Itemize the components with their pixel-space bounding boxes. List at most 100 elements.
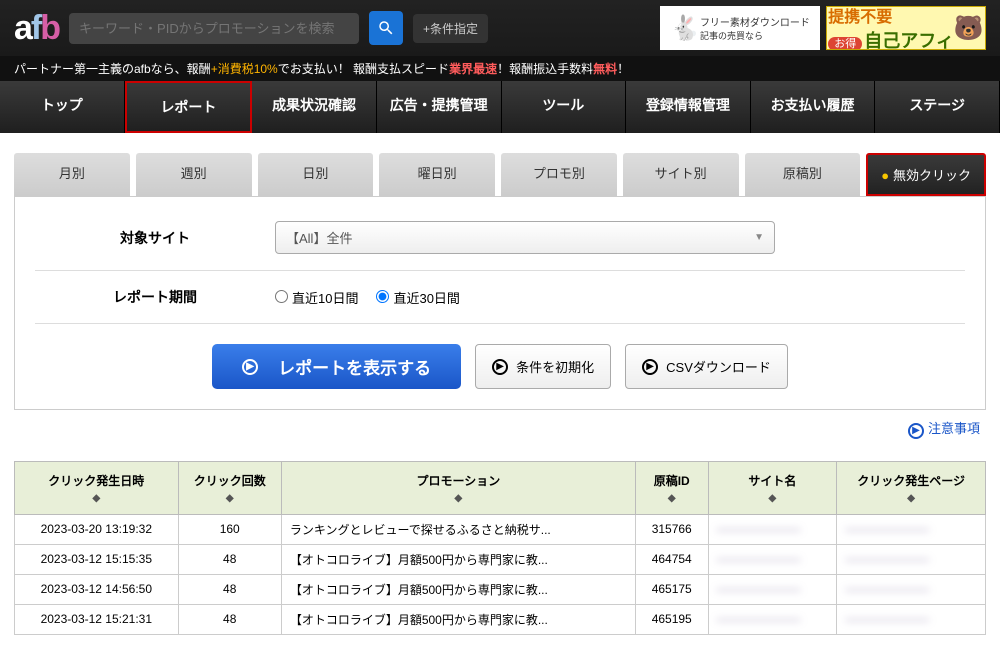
nav-item[interactable]: 成果状況確認 bbox=[252, 81, 377, 133]
sub-tab[interactable]: サイト別 bbox=[623, 153, 739, 196]
period-radio[interactable] bbox=[376, 290, 389, 303]
nav-item[interactable]: 登録情報管理 bbox=[626, 81, 751, 133]
tagline-t4: 業界最速 bbox=[449, 62, 497, 76]
sub-tab[interactable]: 月別 bbox=[14, 153, 130, 196]
note-label: 注意事項 bbox=[928, 421, 980, 436]
sub-tab[interactable]: 曜日別 bbox=[379, 153, 495, 196]
chevron-down-icon: ▼ bbox=[754, 232, 764, 243]
sub-tabs: 月別週別日別曜日別プロモ別サイト別原稿別無効クリック bbox=[0, 133, 1000, 196]
search-button[interactable] bbox=[369, 11, 403, 45]
sub-tab[interactable]: 無効クリック bbox=[866, 153, 986, 196]
table-cell: ——————— bbox=[708, 544, 837, 574]
table-cell: 【オトコロライブ】月額500円から専門家に教... bbox=[281, 544, 635, 574]
ad-banner-2[interactable]: 提携不要 お得自己アフィ 🐻 bbox=[826, 6, 986, 50]
mascot-icon: 🐇 bbox=[670, 14, 700, 43]
sub-tab[interactable]: 日別 bbox=[258, 153, 374, 196]
sort-icon: ◆ bbox=[19, 493, 174, 504]
ad-banner-1[interactable]: 🐇 フリー素材ダウンロード 記事の売買なら bbox=[660, 6, 820, 50]
filter-row-site: 対象サイト 【All】全件 ▼ bbox=[35, 211, 965, 264]
table-cell: 48 bbox=[178, 574, 281, 604]
sort-icon: ◆ bbox=[640, 493, 704, 504]
table-cell: ——————— bbox=[837, 604, 986, 634]
table-cell: ——————— bbox=[837, 544, 986, 574]
table-cell: 464754 bbox=[635, 544, 708, 574]
filter-panel: 対象サイト 【All】全件 ▼ レポート期間 直近10日間 直近30日間 ▶ レポ… bbox=[14, 196, 986, 410]
period-option[interactable]: 直近10日間 bbox=[275, 291, 358, 306]
csv-label: CSVダウンロード bbox=[666, 357, 771, 376]
table-header[interactable]: クリック発生ページ◆ bbox=[837, 461, 986, 514]
tagline-t2: +消費税10% bbox=[211, 62, 278, 76]
sort-icon: ◆ bbox=[841, 493, 981, 504]
table-row: 2023-03-12 15:21:3148【オトコロライブ】月額500円から専門… bbox=[15, 604, 986, 634]
logo[interactable]: a f b bbox=[14, 9, 59, 48]
table-cell: 48 bbox=[178, 604, 281, 634]
note-link-row: ▶ 注意事項 bbox=[0, 410, 1000, 447]
table-cell: 【オトコロライブ】月額500円から専門家に教... bbox=[281, 574, 635, 604]
nav-item[interactable]: ツール bbox=[502, 81, 627, 133]
nav-item[interactable]: 広告・提携管理 bbox=[377, 81, 502, 133]
main-nav: トップレポート成果状況確認広告・提携管理ツール登録情報管理お支払い履歴ステージ bbox=[0, 81, 1000, 133]
table-header[interactable]: サイト名◆ bbox=[708, 461, 837, 514]
sub-tab[interactable]: 週別 bbox=[136, 153, 252, 196]
site-label: 対象サイト bbox=[35, 228, 275, 248]
tagline-t6: 無料 bbox=[593, 62, 617, 76]
site-value: 【All】全件 bbox=[286, 228, 352, 247]
sort-icon: ◆ bbox=[183, 493, 277, 504]
sort-icon: ◆ bbox=[286, 493, 631, 504]
divider bbox=[35, 323, 965, 324]
nav-item[interactable]: お支払い履歴 bbox=[751, 81, 876, 133]
click-table: クリック発生日時◆クリック回数◆プロモーション◆原稿ID◆サイト名◆クリック発生… bbox=[14, 461, 986, 635]
ad2-main: 自己アフィ bbox=[864, 31, 954, 50]
table-cell: 465175 bbox=[635, 574, 708, 604]
show-report-button[interactable]: ▶ レポートを表示する bbox=[212, 344, 461, 389]
table-header-row: クリック発生日時◆クリック回数◆プロモーション◆原稿ID◆サイト名◆クリック発生… bbox=[15, 461, 986, 514]
period-radio[interactable] bbox=[275, 290, 288, 303]
header-ads: 🐇 フリー素材ダウンロード 記事の売買なら 提携不要 お得自己アフィ 🐻 bbox=[660, 6, 986, 50]
site-select[interactable]: 【All】全件 ▼ bbox=[275, 221, 775, 254]
ad2-badge: お得 bbox=[828, 37, 862, 50]
logo-a: a bbox=[14, 9, 31, 48]
tagline-t1: パートナー第一主義のafbなら、報酬 bbox=[14, 62, 211, 76]
tagline-t7: ！ bbox=[617, 62, 629, 76]
table-cell: 2023-03-12 14:56:50 bbox=[15, 574, 179, 604]
table-cell: 2023-03-12 15:21:31 bbox=[15, 604, 179, 634]
table-cell: ——————— bbox=[708, 574, 837, 604]
tagline: パートナー第一主義のafbなら、報酬+消費税10%でお支払い！ 報酬支払スピード… bbox=[0, 56, 1000, 81]
logo-b: b bbox=[40, 9, 59, 48]
table-header[interactable]: クリック回数◆ bbox=[178, 461, 281, 514]
table-cell: 465195 bbox=[635, 604, 708, 634]
reset-button[interactable]: ▶ 条件を初期化 bbox=[475, 344, 611, 389]
nav-item[interactable]: ステージ bbox=[875, 81, 1000, 133]
table-cell: ——————— bbox=[708, 514, 837, 544]
note-link[interactable]: ▶ 注意事項 bbox=[908, 421, 980, 436]
table-cell: 160 bbox=[178, 514, 281, 544]
table-header[interactable]: プロモーション◆ bbox=[281, 461, 635, 514]
table-row: 2023-03-12 15:15:3548【オトコロライブ】月額500円から専門… bbox=[15, 544, 986, 574]
table-cell: 2023-03-12 15:15:35 bbox=[15, 544, 179, 574]
table-header[interactable]: 原稿ID◆ bbox=[635, 461, 708, 514]
ad1-line2: 記事の売買なら bbox=[700, 29, 810, 42]
arrow-right-icon: ▶ bbox=[642, 359, 658, 375]
condition-button[interactable]: +条件指定 bbox=[413, 14, 488, 43]
table-body: 2023-03-20 13:19:32160ランキングとレビューで探せるふるさと… bbox=[15, 514, 986, 634]
arrow-right-icon: ▶ bbox=[908, 423, 924, 439]
bear-icon: 🐻 bbox=[954, 14, 984, 43]
tagline-t5: ！報酬振込手数料 bbox=[497, 62, 593, 76]
table-header[interactable]: クリック発生日時◆ bbox=[15, 461, 179, 514]
action-row: ▶ レポートを表示する ▶ 条件を初期化 ▶ CSVダウンロード bbox=[35, 330, 965, 395]
period-radio-group: 直近10日間 直近30日間 bbox=[275, 288, 965, 307]
arrow-right-icon: ▶ bbox=[492, 359, 508, 375]
sub-tab[interactable]: プロモ別 bbox=[501, 153, 617, 196]
nav-item[interactable]: レポート bbox=[125, 81, 253, 133]
divider bbox=[35, 270, 965, 271]
csv-download-button[interactable]: ▶ CSVダウンロード bbox=[625, 344, 788, 389]
filter-row-period: レポート期間 直近10日間 直近30日間 bbox=[35, 277, 965, 317]
reset-label: 条件を初期化 bbox=[516, 357, 594, 376]
period-label: レポート期間 bbox=[35, 287, 275, 307]
period-option[interactable]: 直近30日間 bbox=[376, 291, 459, 306]
table-cell: 2023-03-20 13:19:32 bbox=[15, 514, 179, 544]
search-input[interactable] bbox=[69, 13, 359, 44]
nav-item[interactable]: トップ bbox=[0, 81, 125, 133]
sub-tab[interactable]: 原稿別 bbox=[745, 153, 861, 196]
table-cell: 【オトコロライブ】月額500円から専門家に教... bbox=[281, 604, 635, 634]
